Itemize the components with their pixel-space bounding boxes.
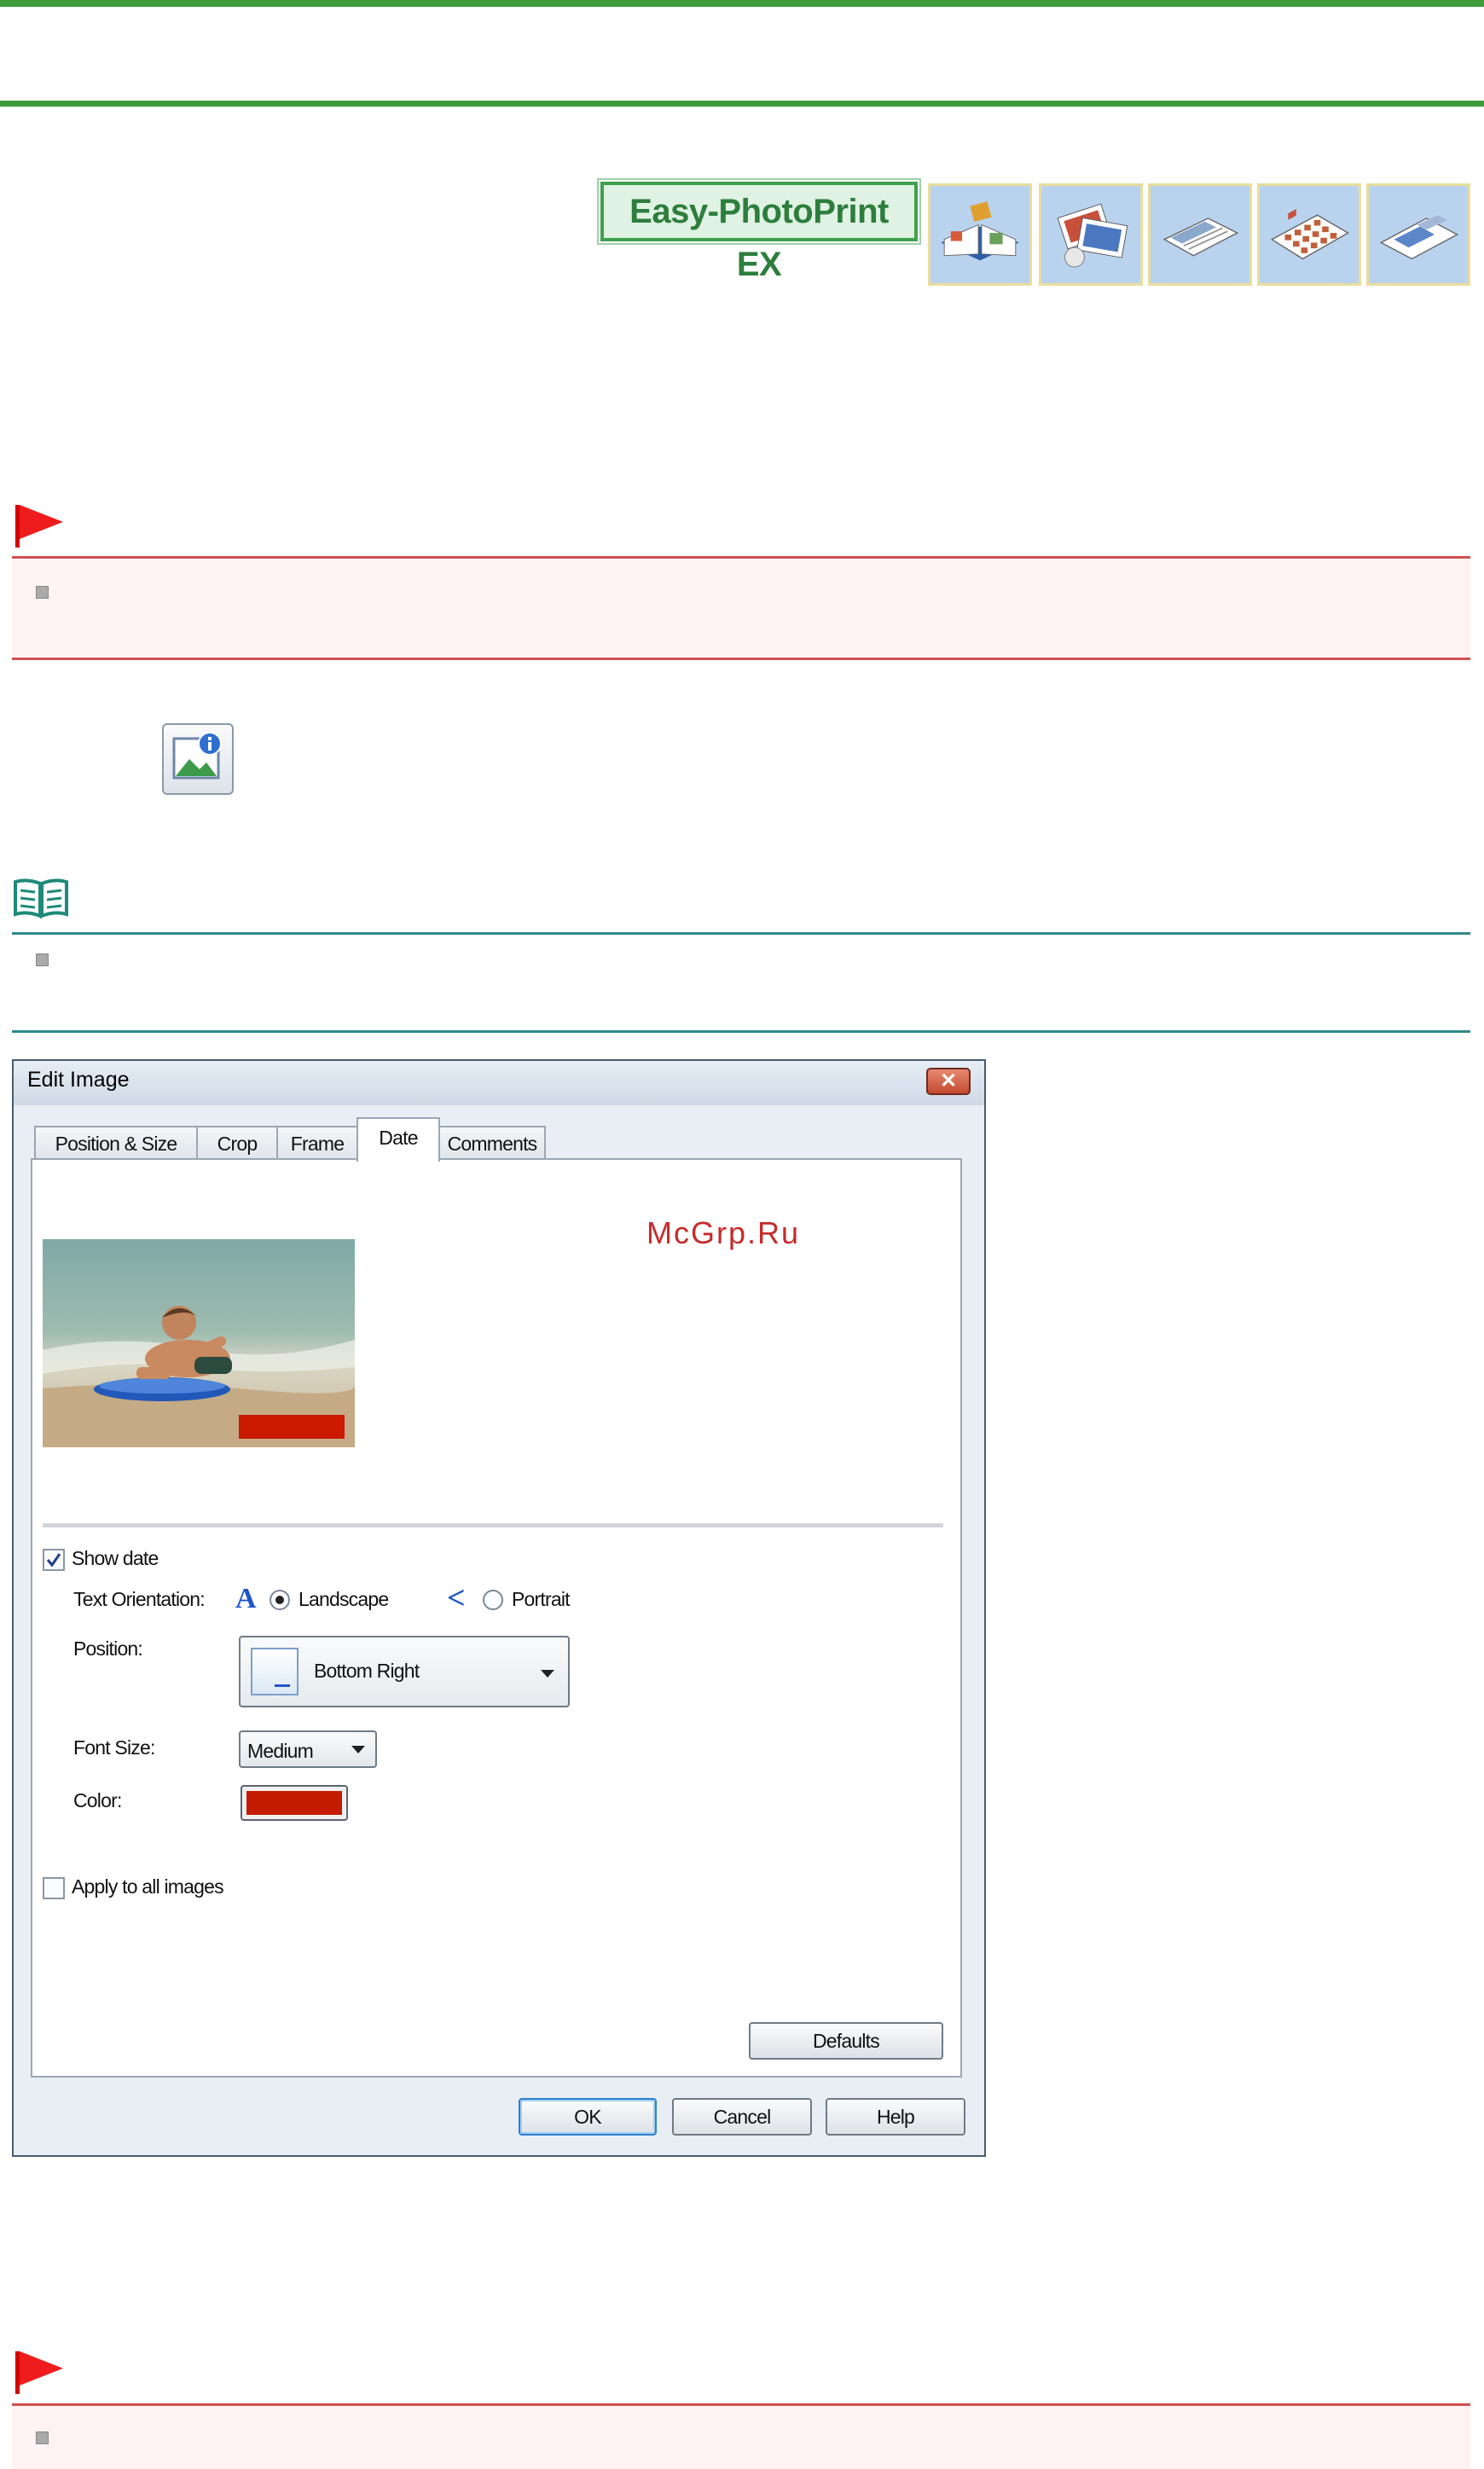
font-size-value: Medium	[247, 1740, 314, 1762]
landscape-label: Landscape	[299, 1588, 389, 1610]
panel-separator	[43, 1523, 943, 1527]
position-value: Bottom Right	[314, 1660, 420, 1682]
tab-frame[interactable]: Frame	[276, 1126, 358, 1160]
flag-icon	[15, 505, 63, 548]
position-dropdown[interactable]: Bottom Right	[239, 1636, 570, 1707]
bottom-right-position-icon	[251, 1648, 299, 1695]
color-swatch	[246, 1791, 342, 1815]
caution-box	[12, 556, 1470, 660]
photo-print-thumbnail[interactable]	[1366, 183, 1470, 286]
font-size-select[interactable]: Medium	[239, 1730, 377, 1768]
apply-to-all-label: Apply to all images	[72, 1875, 224, 1898]
ok-button[interactable]: OK	[519, 2098, 657, 2136]
sticker-thumbnail[interactable]	[1039, 183, 1143, 286]
color-label: Color:	[73, 1789, 122, 1811]
flag-icon	[15, 2351, 63, 2394]
bullet-icon	[36, 586, 49, 599]
color-picker-button[interactable]	[241, 1785, 348, 1821]
show-date-checkbox[interactable]	[43, 1549, 65, 1571]
bullet-icon	[36, 953, 49, 966]
caution-box	[12, 2403, 1470, 2469]
landscape-orientation-icon: A	[235, 1583, 257, 1614]
apply-to-all-checkbox[interactable]	[43, 1877, 65, 1899]
photo-album-icon	[941, 201, 1019, 261]
portrait-label: Portrait	[512, 1588, 571, 1610]
dialog-title: Edit Image	[27, 1068, 130, 1092]
defaults-button[interactable]: Defaults	[749, 2022, 943, 2060]
checkmark-icon	[46, 1553, 61, 1568]
cancel-button[interactable]: Cancel	[672, 2098, 812, 2136]
tab-position-size[interactable]: Position & Size	[34, 1126, 198, 1160]
position-label: Position:	[73, 1637, 143, 1660]
tab-crop[interactable]: Crop	[196, 1126, 278, 1160]
image-info-icon	[172, 732, 222, 780]
chevron-down-icon	[541, 1670, 554, 1678]
photo-sheet-icon	[1379, 215, 1459, 260]
book-icon	[14, 878, 68, 919]
portrait-radio[interactable]	[483, 1590, 503, 1610]
header-divider	[0, 101, 1484, 107]
calendar-icon	[1162, 217, 1239, 257]
watermark: McGrp.Ru	[646, 1215, 801, 1250]
top-accent-bar	[0, 0, 1484, 7]
font-size-label: Font Size:	[73, 1736, 155, 1759]
show-date-label: Show date	[72, 1547, 159, 1569]
photo-stack-icon	[1057, 203, 1128, 268]
dialog-titlebar[interactable]: Edit Image ✕	[14, 1061, 984, 1105]
help-button[interactable]: Help	[826, 2098, 965, 2136]
date-stamp-preview	[239, 1415, 345, 1439]
note-box	[12, 932, 1470, 1033]
calendar-thumbnail[interactable]	[1148, 183, 1252, 286]
product-logo: Easy-PhotoPrint EX	[600, 182, 918, 283]
chevron-down-icon	[351, 1746, 365, 1753]
landscape-radio[interactable]	[270, 1590, 290, 1610]
close-icon: ✕	[939, 1069, 958, 1093]
portrait-orientation-icon: <	[447, 1580, 466, 1616]
close-button[interactable]: ✕	[926, 1068, 971, 1095]
tab-date[interactable]: Date	[357, 1117, 440, 1162]
photo-grid-icon	[1270, 209, 1350, 260]
album-thumbnail[interactable]	[928, 183, 1032, 286]
layout-print-thumbnail[interactable]	[1257, 183, 1361, 286]
tab-comments[interactable]: Comments	[438, 1126, 546, 1160]
bullet-icon	[36, 2431, 49, 2444]
image-info-button[interactable]	[162, 723, 234, 795]
text-orientation-label: Text Orientation:	[73, 1588, 206, 1610]
